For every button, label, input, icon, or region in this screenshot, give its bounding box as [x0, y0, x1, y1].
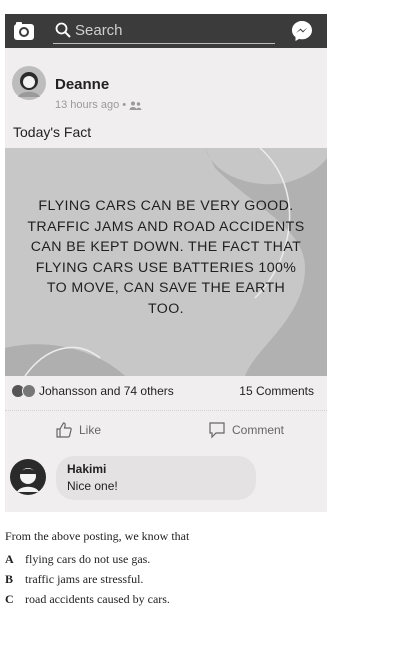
thumbs-up-icon — [56, 422, 72, 438]
top-bar — [5, 14, 327, 48]
option-c: C road accidents caused by cars. — [5, 592, 400, 607]
commenter-name[interactable]: Hakimi — [67, 462, 106, 476]
social-app-screen: Deanne 13 hours ago • Today's Fact FLYIN… — [5, 14, 327, 512]
comment-item: Hakimi Nice one! — [5, 454, 327, 506]
commenter-avatar[interactable] — [10, 459, 46, 495]
option-letter: C — [5, 592, 14, 606]
option-letter: A — [5, 552, 14, 566]
option-b: B traffic jams are stressful. — [5, 572, 400, 587]
option-text: traffic jams are stressful. — [25, 572, 144, 586]
question-stem: From the above posting, we know that — [5, 529, 190, 543]
option-text: road accidents caused by cars. — [25, 592, 170, 606]
comment-bubble: Hakimi Nice one! — [56, 456, 256, 500]
question-block: From the above posting, we know that A f… — [5, 529, 400, 612]
camera-icon[interactable] — [13, 20, 35, 42]
search-icon — [55, 22, 71, 38]
love-reaction-icon — [22, 384, 36, 398]
post-header: Deanne 13 hours ago • Today's Fact — [5, 48, 327, 148]
option-letter: B — [5, 572, 14, 586]
author-name[interactable]: Deanne — [55, 76, 109, 93]
option-text: flying cars do not use gas. — [25, 552, 151, 566]
post-meta: 13 hours ago • — [55, 99, 142, 111]
comments-count[interactable]: 15 Comments — [239, 384, 314, 398]
comment-icon — [209, 422, 225, 439]
like-label: Like — [79, 423, 102, 437]
post-time: 13 hours ago — [55, 99, 120, 111]
like-button[interactable]: Like — [55, 421, 101, 439]
reactions-summary[interactable]: Johansson and 74 others — [11, 384, 174, 398]
friends-icon — [129, 101, 142, 110]
post-stats: Johansson and 74 others 15 Comments — [5, 376, 327, 406]
reactions-text: Johansson and 74 others — [39, 384, 174, 398]
author-avatar[interactable] — [12, 66, 46, 100]
comment-button[interactable]: Comment — [208, 421, 284, 439]
search-bar[interactable] — [53, 19, 275, 44]
post-actions: Like Comment — [5, 410, 327, 447]
option-a: A flying cars do not use gas. — [5, 552, 400, 567]
comment-text: Nice one! — [67, 479, 118, 493]
fact-text: FLYING CARS CAN BE VERY GOOD. TRAFFIC JA… — [27, 198, 305, 317]
messenger-icon[interactable] — [290, 19, 314, 43]
post-caption: Today's Fact — [13, 124, 92, 140]
search-input[interactable] — [75, 20, 265, 40]
meta-separator: • — [122, 99, 127, 111]
comment-label: Comment — [232, 423, 285, 437]
fact-image[interactable]: FLYING CARS CAN BE VERY GOOD. TRAFFIC JA… — [5, 148, 327, 376]
